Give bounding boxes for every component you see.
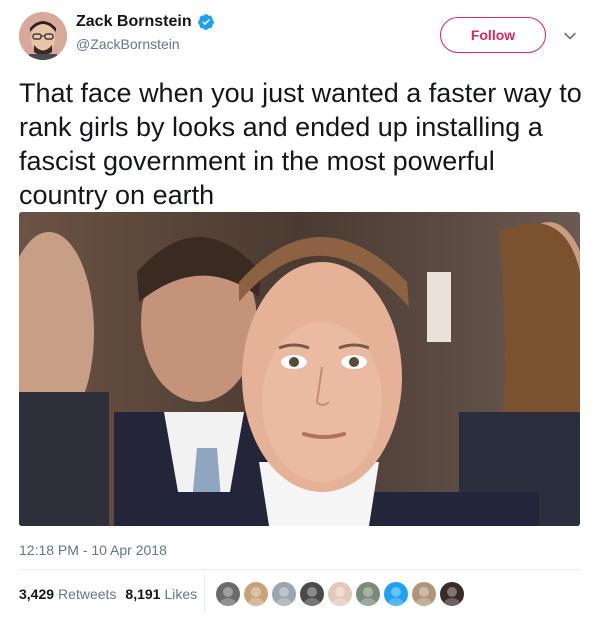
liker-avatar[interactable]	[300, 582, 324, 606]
author-display-name[interactable]: Zack Bornstein	[76, 13, 192, 31]
liker-avatar[interactable]	[272, 582, 296, 606]
tweet-media-photo[interactable]	[19, 212, 580, 526]
liker-avatar[interactable]	[384, 582, 408, 606]
chevron-down-icon[interactable]	[563, 29, 577, 43]
liker-avatar[interactable]	[356, 582, 380, 606]
liker-avatar[interactable]	[216, 582, 240, 606]
liker-avatar[interactable]	[244, 582, 268, 606]
tweet-timestamp[interactable]: 12:18 PM - 10 Apr 2018	[19, 542, 167, 558]
liker-avatar[interactable]	[328, 582, 352, 606]
retweets-stat[interactable]: 3,429 Retweets	[19, 586, 116, 602]
likes-count: 8,191	[125, 586, 161, 602]
liker-avatar[interactable]	[440, 582, 464, 606]
author-handle[interactable]: @ZackBornstein	[76, 36, 215, 52]
verified-badge-icon	[197, 14, 214, 30]
likes-label: Likes	[164, 586, 198, 602]
tweet-text: That face when you just wanted a faster …	[19, 78, 582, 210]
author-avatar[interactable]	[19, 12, 67, 60]
author-block[interactable]: Zack Bornstein @ZackBornstein	[76, 13, 215, 52]
photo-image	[19, 212, 580, 526]
author-avatar-image	[19, 12, 67, 60]
retweets-label: Retweets	[58, 586, 117, 602]
likes-stat[interactable]: 8,191 Likes	[125, 586, 197, 602]
liker-avatars	[216, 582, 464, 606]
follow-button[interactable]: Follow	[440, 17, 546, 53]
divider	[19, 569, 580, 570]
tweet-stats: 3,429 Retweets 8,191 Likes	[19, 586, 206, 602]
retweets-count: 3,429	[19, 586, 55, 602]
stats-separator	[204, 574, 205, 612]
liker-avatar[interactable]	[412, 582, 436, 606]
